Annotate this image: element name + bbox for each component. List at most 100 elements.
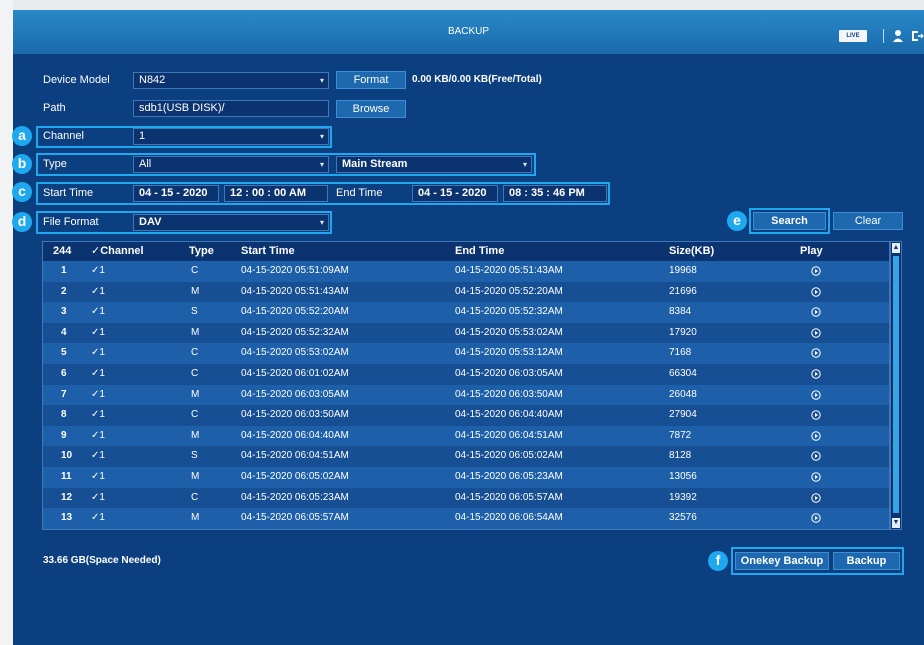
- row-end-time: 04-15-2020 05:52:20AM: [455, 285, 563, 297]
- row-channel: ✓1: [91, 326, 105, 338]
- type-label: Type: [43, 158, 67, 170]
- channel-select[interactable]: 1: [133, 128, 329, 145]
- row-size: 19968: [669, 265, 697, 276]
- play-icon[interactable]: [811, 451, 821, 462]
- row-end-time: 04-15-2020 06:06:54AM: [455, 512, 563, 524]
- row-type: M: [191, 388, 200, 400]
- row-size: 19392: [669, 491, 697, 503]
- table-row[interactable]: 2 ✓1 M 04-15-2020 05:51:43AM 04-15-2020 05:5…: [43, 281, 889, 303]
- row-channel: ✓1: [91, 470, 105, 482]
- table-row[interactable]: 7 ✓1 M 04-15-2020 06:03:05AM 04-15-2020 06:0…: [43, 384, 889, 406]
- table-row[interactable]: 12 ✓1 C 04-15-2020 06:05:23AM 04-15-2020 06:…: [43, 487, 889, 509]
- table-row[interactable]: 6 ✓1 C 04-15-2020 06:01:02AM 04-15-2020 06:0…: [43, 363, 889, 385]
- path-field[interactable]: sdb1(USB DISK)/: [133, 100, 329, 117]
- row-channel: ✓1: [91, 409, 105, 421]
- table-scrollbar[interactable]: ▲ ▼: [890, 241, 902, 530]
- user-icon[interactable]: [891, 28, 905, 44]
- row-number: 12: [61, 491, 73, 503]
- browse-button[interactable]: Browse: [336, 100, 406, 118]
- row-channel: ✓1: [91, 306, 105, 318]
- row-start-time: 04-15-2020 05:52:20AM: [241, 306, 349, 318]
- play-icon[interactable]: [811, 266, 821, 276]
- file-format-label: File Format: [43, 216, 99, 228]
- type-select[interactable]: All: [133, 156, 329, 173]
- row-size: 26048: [669, 388, 697, 400]
- table-row[interactable]: 5 ✓1 C 04-15-2020 05:53:02AM 04-15-2020 05:5…: [43, 343, 889, 364]
- play-icon[interactable]: [811, 492, 821, 503]
- table-row[interactable]: 10 ✓1 S 04-15-2020 06:04:51AM 04-15-2020 06:…: [43, 446, 889, 467]
- search-button[interactable]: Search: [753, 212, 826, 230]
- scroll-up-arrow[interactable]: ▲: [892, 243, 900, 253]
- table-row[interactable]: 11 ✓1 M 04-15-2020 06:05:02AM 04-15-2020 06:…: [43, 466, 889, 488]
- clear-button[interactable]: Clear: [833, 212, 903, 230]
- backup-window: BACKUP LIVE Device Model N842 Format 0.0…: [0, 0, 924, 645]
- row-size: 27904: [669, 409, 697, 421]
- row-channel: ✓1: [91, 491, 105, 503]
- play-icon[interactable]: [811, 410, 821, 420]
- end-time-field[interactable]: 08 : 35 : 46 PM: [503, 185, 607, 202]
- row-end-time: 04-15-2020 05:51:43AM: [455, 265, 563, 276]
- logout-icon[interactable]: [909, 28, 924, 44]
- row-type: C: [191, 491, 199, 503]
- play-icon[interactable]: [811, 513, 821, 523]
- path-label: Path: [43, 102, 66, 114]
- table-header: 244 ✓Channel Type Start Time End Time Si…: [43, 241, 889, 261]
- play-icon[interactable]: [811, 328, 821, 338]
- title-bar: BACKUP LIVE: [13, 10, 924, 54]
- row-end-time: 04-15-2020 06:05:02AM: [455, 450, 563, 462]
- play-icon[interactable]: [811, 307, 821, 317]
- row-channel: ✓1: [91, 285, 105, 297]
- play-icon[interactable]: [811, 472, 821, 482]
- table-row[interactable]: 13 ✓1 M 04-15-2020 06:05:57AM 04-15-2020 06:…: [43, 508, 889, 529]
- row-number: 11: [61, 470, 72, 482]
- row-end-time: 04-15-2020 05:53:12AM: [455, 347, 563, 359]
- play-icon[interactable]: [811, 431, 821, 441]
- play-icon[interactable]: [811, 369, 821, 379]
- start-date-field[interactable]: 04 - 15 - 2020: [133, 185, 219, 202]
- storage-info: 0.00 KB/0.00 KB(Free/Total): [412, 74, 542, 85]
- table-row[interactable]: 1 ✓1 C 04-15-2020 05:51:09AM 04-15-2020 05:5…: [43, 261, 889, 282]
- callout-badge-c: c: [12, 182, 32, 202]
- window-left-edge: [0, 0, 13, 645]
- row-type: M: [191, 429, 200, 441]
- row-size: 17920: [669, 326, 697, 338]
- scroll-down-arrow[interactable]: ▼: [892, 518, 900, 528]
- play-icon[interactable]: [811, 389, 821, 400]
- row-start-time: 04-15-2020 05:51:09AM: [241, 265, 349, 276]
- row-type: C: [191, 409, 199, 421]
- start-time-field[interactable]: 12 : 00 : 00 AM: [224, 185, 328, 202]
- backup-button[interactable]: Backup: [833, 552, 900, 570]
- format-button[interactable]: Format: [336, 71, 406, 89]
- play-icon[interactable]: [811, 348, 821, 359]
- table-row[interactable]: 4 ✓1 M 04-15-2020 05:52:32AM 04-15-2020 05:5…: [43, 322, 889, 344]
- end-time-label: End Time: [336, 187, 383, 199]
- table-row[interactable]: 9 ✓1 M 04-15-2020 06:04:40AM 04-15-2020 06:0…: [43, 425, 889, 447]
- row-type: M: [191, 512, 200, 524]
- row-number: 3: [61, 306, 67, 318]
- file-format-select[interactable]: DAV: [133, 214, 329, 231]
- row-size: 7872: [669, 429, 692, 441]
- header-end-time: End Time: [455, 245, 505, 257]
- header-count: 244: [53, 245, 72, 257]
- file-table: 244 ✓Channel Type Start Time End Time Si…: [43, 241, 889, 529]
- scroll-thumb[interactable]: [893, 256, 899, 513]
- window-top-edge: [0, 0, 924, 10]
- row-channel: ✓1: [91, 450, 105, 462]
- row-number: 13: [61, 512, 73, 524]
- table-row[interactable]: 8 ✓1 C 04-15-2020 06:03:50AM 04-15-2020 06:0…: [43, 405, 889, 426]
- table-row[interactable]: 3 ✓1 S 04-15-2020 05:52:20AM 04-15-2020 05:5…: [43, 302, 889, 323]
- header-channel[interactable]: ✓Channel: [91, 241, 144, 261]
- row-number: 2: [61, 285, 67, 297]
- device-model-select[interactable]: N842: [133, 72, 329, 89]
- row-number: 7: [61, 388, 67, 400]
- row-end-time: 04-15-2020 06:03:05AM: [455, 367, 563, 379]
- onekey-backup-button[interactable]: Onekey Backup: [735, 552, 829, 570]
- row-size: 13056: [669, 470, 697, 482]
- row-channel: ✓1: [91, 388, 105, 400]
- row-end-time: 04-15-2020 06:04:51AM: [455, 429, 563, 441]
- live-button[interactable]: LIVE: [839, 30, 867, 42]
- row-type: M: [191, 285, 200, 297]
- play-icon[interactable]: [811, 286, 821, 297]
- end-date-field[interactable]: 04 - 15 - 2020: [412, 185, 498, 202]
- stream-select[interactable]: Main Stream: [336, 156, 532, 173]
